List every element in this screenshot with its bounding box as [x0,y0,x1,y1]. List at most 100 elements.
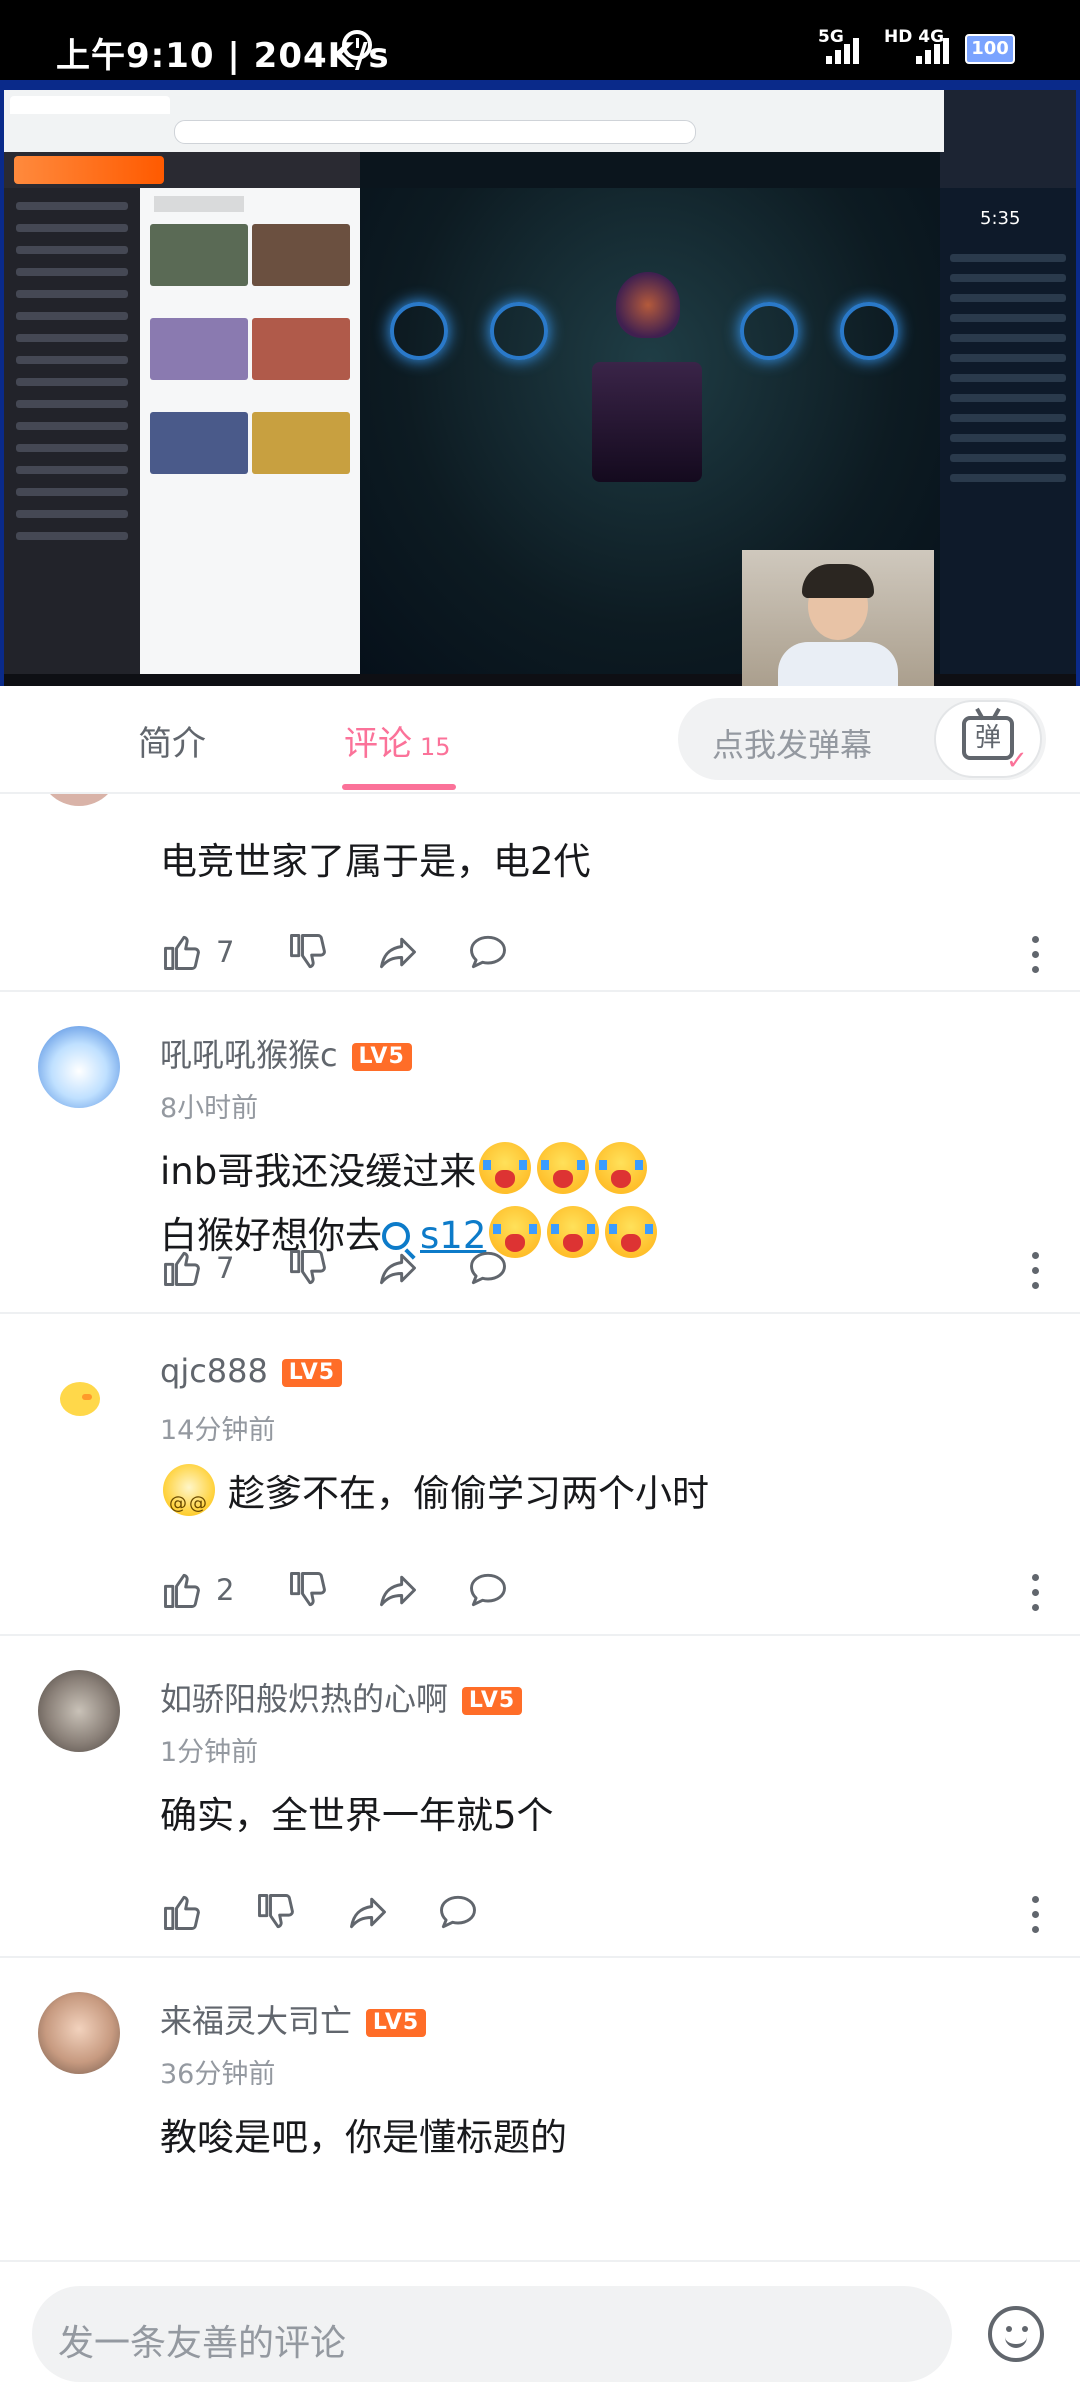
comment-text: 确实，全世界一年就5个 [160,1794,554,1837]
comment-count: 15 [420,733,451,761]
username-text: qjc888 [160,1352,268,1390]
dislike-icon [290,934,326,969]
comment-list[interactable]: 电竞世家了属于是，电2代 7 吼吼吼猴猴c LV5 8小时前 inb哥我还没缓过来… [0,794,1080,2260]
check-icon: ✓ [1006,746,1028,776]
video-player[interactable]: 5:35 [0,80,1080,686]
share-button[interactable] [376,1568,420,1612]
comment-text-line1: inb哥我还没缓过来 [160,1150,477,1193]
comment-actions: 7 [160,1246,1040,1296]
like-count: 7 [216,1251,235,1285]
comment-input[interactable]: 发一条友善的评论 [32,2286,952,2382]
like-count: 7 [216,935,235,969]
crying-emoji [479,1142,532,1194]
level-badge: LV5 [351,1043,412,1071]
dislike-button[interactable] [286,1568,330,1612]
avatar[interactable] [38,1026,120,1108]
dislike-button[interactable] [254,1890,298,1934]
comment-item: 来福灵大司亡 LV5 36分钟前 教唆是吧，你是懂标题的 [0,1956,1080,2260]
comment-item: 电竞世家了属于是，电2代 7 [0,794,1080,992]
signal-icon-2 [916,32,949,64]
video-browser-bar [4,90,944,152]
comment-text: 教唆是吧，你是懂标题的 [160,2116,567,2159]
video-chat-panel: 5:35 [940,188,1076,674]
share-button[interactable] [346,1890,390,1934]
alarm-icon [342,30,372,60]
danmaku-placeholder: 点我发弹幕 [712,726,873,764]
comment-item: 吼吼吼猴猴c LV5 8小时前 inb哥我还没缓过来 白猴好想你去 s12 7 [0,990,1080,1314]
like-icon [164,1895,200,1930]
share-icon [380,1253,416,1285]
share-button[interactable] [376,1246,420,1290]
share-icon [350,1897,386,1929]
reply-icon [470,935,506,969]
comment-actions: 2 [160,1568,1040,1618]
video-frame: 5:35 [4,90,1076,686]
comment-composer: 发一条友善的评论 [0,2260,1080,2402]
danmaku-toggle-button[interactable]: 弹 ✓ [934,700,1042,778]
signal-icon [826,32,859,64]
tab-comments-label: 评论 [344,724,412,764]
avatar[interactable] [38,1670,120,1752]
level-badge: LV5 [281,1359,342,1387]
more-icon[interactable] [1032,1252,1040,1290]
comment-time: 8小时前 [160,1093,259,1124]
tab-bar: 简介 评论 15 点我发弹幕 弹 ✓ [0,686,1080,794]
dizzy-emoji [163,1464,215,1536]
emoji-button-icon[interactable] [988,2306,1044,2362]
share-button[interactable] [376,930,420,974]
like-icon [164,935,200,970]
crying-emoji [537,1142,590,1194]
reply-button[interactable] [466,930,510,974]
avatar[interactable] [38,794,120,806]
more-icon[interactable] [1032,1896,1040,1934]
reply-icon [470,1251,506,1285]
like-button[interactable] [160,1890,204,1934]
comment-text-body: 趁爹不在，偷偷学习两个小时 [228,1472,709,1515]
reply-button[interactable] [436,1890,480,1934]
danmaku-input[interactable]: 点我发弹幕 弹 ✓ [678,698,1046,780]
video-clock: 5:35 [980,208,1021,229]
share-icon [380,1575,416,1607]
comment-item: qjc888 LV5 14分钟前 趁爹不在，偷偷学习两个小时 2 [0,1312,1080,1636]
avatar[interactable] [38,1348,120,1430]
reply-button[interactable] [466,1568,510,1612]
like-count: 2 [216,1573,235,1607]
reply-button[interactable] [466,1246,510,1290]
comment-username[interactable]: qjc888 LV5 [160,1352,342,1390]
comment-time: 1分钟前 [160,1737,259,1768]
dislike-icon [290,1250,326,1285]
comment-text: 电竞世家了属于是，电2代 [160,840,591,883]
comment-username[interactable]: 来福灵大司亡 LV5 [160,1996,427,2042]
more-icon[interactable] [1032,1574,1040,1612]
status-time: 上午9:10 | 204K/s [56,36,390,76]
tab-intro[interactable]: 简介 [138,716,206,765]
avatar[interactable] [38,1992,120,2074]
like-button[interactable]: 7 [160,1246,234,1290]
dislike-icon [290,1572,326,1607]
crying-emoji [595,1142,648,1194]
level-badge: LV5 [462,1687,523,1715]
username-text: 来福灵大司亡 [160,2002,353,2040]
video-facecam [742,550,934,686]
video-site-main [140,188,360,674]
comment-item: 如骄阳般炽热的心啊 LV5 1分钟前 确实，全世界一年就5个 [0,1634,1080,1958]
like-icon [164,1251,200,1286]
video-site-sidebar [4,188,140,674]
like-icon [164,1573,200,1608]
comment-actions: 7 [160,930,1040,980]
video-site-nav [4,152,360,188]
like-button[interactable]: 2 [160,1568,234,1612]
dislike-button[interactable] [286,1246,330,1290]
comment-username[interactable]: 吼吼吼猴猴c LV5 [160,1030,412,1076]
dislike-button[interactable] [286,930,330,974]
comment-username[interactable]: 如骄阳般炽热的心啊 LV5 [160,1674,523,1720]
dislike-icon [258,1894,294,1929]
battery-icon: 100 [965,34,1015,64]
like-button[interactable]: 7 [160,930,234,974]
username-text: 吼吼吼猴猴c [160,1036,338,1074]
level-badge: LV5 [366,2009,427,2037]
more-icon[interactable] [1032,936,1040,974]
comment-time: 36分钟前 [160,2059,276,2090]
tab-comments[interactable]: 评论 15 [344,716,451,765]
reply-icon [440,1895,476,1929]
